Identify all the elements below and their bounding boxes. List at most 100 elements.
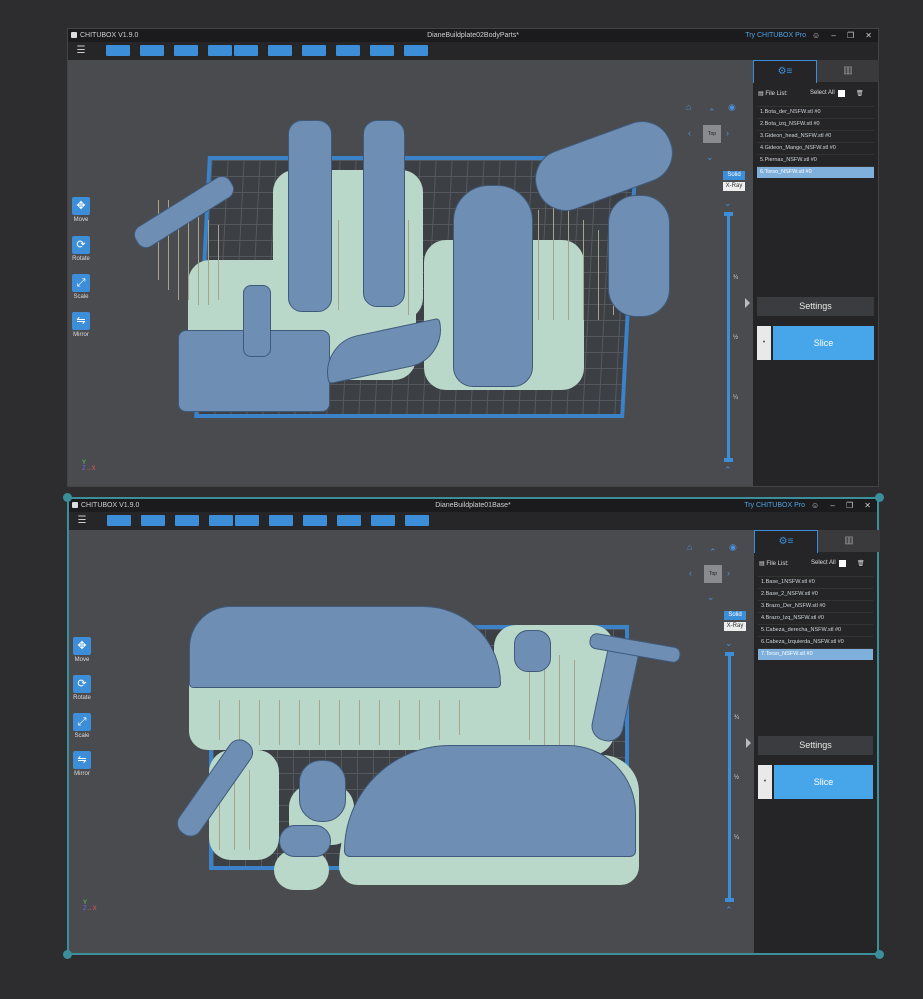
view-down-icon[interactable]: ⌄	[706, 152, 714, 163]
tab-files[interactable]: ⚙≡	[754, 530, 818, 553]
selection-handle[interactable]	[875, 950, 884, 959]
view-cube[interactable]: Top	[704, 565, 722, 583]
delete-icon[interactable]: 🗑	[857, 560, 865, 567]
layout-button[interactable]	[269, 515, 293, 526]
minimize-icon[interactable]: –	[831, 29, 835, 42]
redo-button[interactable]	[235, 515, 259, 526]
delete-icon[interactable]: 🗑	[856, 90, 864, 97]
hollow-button[interactable]	[337, 515, 361, 526]
select-all-checkbox[interactable]	[839, 560, 846, 567]
measure-button[interactable]	[405, 515, 429, 526]
eye-icon[interactable]: ◉	[729, 542, 737, 553]
menu-icon[interactable]: ☰	[75, 514, 89, 528]
selection-handle[interactable]	[63, 950, 72, 959]
move-tool[interactable]: ✥ Move	[71, 637, 93, 663]
close-icon[interactable]: ✕	[864, 499, 871, 512]
tab-printer[interactable]: ▥	[818, 530, 880, 552]
select-all-checkbox[interactable]	[838, 90, 845, 97]
view-right-icon[interactable]: ›	[727, 568, 730, 578]
file-list-item[interactable]: 1.Bota_der_NSFW.stl #0	[757, 106, 874, 118]
dig-hole-button[interactable]	[371, 515, 395, 526]
file-list-item[interactable]: 6.Cabeza_Izquierda_NSFW.stl #0	[758, 636, 873, 648]
support-button[interactable]	[303, 515, 327, 526]
mirror-tool[interactable]: ⇋ Mirror	[70, 312, 92, 338]
layer-slider[interactable]	[728, 652, 731, 902]
minimize-icon[interactable]: –	[830, 499, 834, 512]
slice-options-button[interactable]: •	[758, 765, 772, 799]
solid-toggle[interactable]: Solid	[724, 611, 746, 620]
eye-icon[interactable]: ◉	[728, 102, 736, 113]
file-list-item[interactable]: 2.Bota_izq_NSFW.stl #0	[757, 118, 874, 130]
open-file-button[interactable]	[106, 45, 130, 56]
file-list-item[interactable]: 3.Gideon_head_NSFW.stl #0	[757, 130, 874, 142]
settings-button[interactable]: Settings	[758, 736, 873, 755]
3d-viewport[interactable]: ✥ Move ⟳ Rotate ⤢ Scale ⇋ Mirror ⌂ ⌃ ◉ ‹…	[68, 60, 753, 486]
slider-up-icon[interactable]: ⌃	[724, 465, 732, 476]
layer-slider[interactable]	[727, 212, 730, 462]
print-settings-button[interactable]	[175, 515, 199, 526]
file-list-item[interactable]: 6.Torso_NSFW.stl #0	[757, 166, 874, 178]
home-view-icon[interactable]: ⌂	[687, 542, 692, 552]
close-icon[interactable]: ✕	[865, 29, 872, 42]
collapse-panel-icon[interactable]	[746, 738, 751, 748]
file-list-item[interactable]: 5.Cabeza_derecha_NSFW.stl #0	[758, 624, 873, 636]
save-button[interactable]	[140, 45, 164, 56]
slice-button[interactable]: Slice	[774, 765, 873, 799]
menu-icon[interactable]: ☰	[74, 44, 88, 58]
print-settings-button[interactable]	[174, 45, 198, 56]
file-list-item[interactable]: 1.Base_1NSFW.stl #0	[758, 576, 873, 588]
save-button[interactable]	[141, 515, 165, 526]
selection-handle[interactable]	[875, 493, 884, 502]
file-list-item[interactable]: 4.Gideon_Mango_NSFW.stl #0	[757, 142, 874, 154]
maximize-icon[interactable]: ❐	[846, 499, 853, 512]
maximize-icon[interactable]: ❐	[847, 29, 854, 42]
undo-button[interactable]	[209, 515, 233, 526]
xray-toggle[interactable]: X-Ray	[723, 182, 745, 191]
user-icon[interactable]: ☺	[811, 499, 819, 512]
slider-top-handle[interactable]	[724, 212, 733, 216]
scale-tool[interactable]: ⤢ Scale	[71, 713, 93, 739]
file-list-item[interactable]: 5.Piernas_NSFW.stl #0	[757, 154, 874, 166]
slice-options-button[interactable]: •	[757, 326, 771, 360]
layout-button[interactable]	[268, 45, 292, 56]
tab-files[interactable]: ⚙≡	[753, 60, 817, 83]
view-up-icon[interactable]: ⌃	[708, 107, 716, 118]
rotate-tool[interactable]: ⟳ Rotate	[70, 236, 92, 262]
view-cube[interactable]: Top	[703, 125, 721, 143]
view-left-icon[interactable]: ‹	[689, 568, 692, 578]
mirror-tool[interactable]: ⇋ Mirror	[71, 751, 93, 777]
file-list-item[interactable]: 3.Brazo_Der_NSFW.stl #0	[758, 600, 873, 612]
view-right-icon[interactable]: ›	[726, 128, 729, 138]
slider-bottom-handle[interactable]	[724, 458, 733, 462]
view-left-icon[interactable]: ‹	[688, 128, 691, 138]
rotate-tool[interactable]: ⟳ Rotate	[71, 675, 93, 701]
scale-tool[interactable]: ⤢ Scale	[70, 274, 92, 300]
move-tool[interactable]: ✥ Move	[70, 197, 92, 223]
collapse-panel-icon[interactable]	[745, 298, 750, 308]
file-list-item[interactable]: 7.Torso_NSFW.stl #0	[758, 648, 873, 660]
view-up-icon[interactable]: ⌃	[709, 547, 717, 558]
support-button[interactable]	[302, 45, 326, 56]
3d-viewport[interactable]: ✥ Move ⟳ Rotate ⤢ Scale ⇋ Mirror ⌂ ⌃ ◉ ‹…	[69, 530, 754, 953]
slider-down-icon[interactable]: ⌄	[725, 638, 733, 649]
file-list-item[interactable]: 2.Base_2_NSFW.stl #0	[758, 588, 873, 600]
slider-down-icon[interactable]: ⌄	[724, 198, 732, 209]
open-file-button[interactable]	[107, 515, 131, 526]
slider-bottom-handle[interactable]	[725, 898, 734, 902]
redo-button[interactable]	[234, 45, 258, 56]
xray-toggle[interactable]: X-Ray	[724, 622, 746, 631]
home-view-icon[interactable]: ⌂	[686, 102, 691, 112]
user-icon[interactable]: ☺	[812, 29, 820, 42]
dig-hole-button[interactable]	[370, 45, 394, 56]
solid-toggle[interactable]: Solid	[723, 171, 745, 180]
try-pro-link[interactable]: Try CHITUBOX Pro	[745, 29, 806, 42]
undo-button[interactable]	[208, 45, 232, 56]
view-down-icon[interactable]: ⌄	[707, 592, 715, 603]
settings-button[interactable]: Settings	[757, 297, 874, 316]
selection-handle[interactable]	[63, 493, 72, 502]
file-list-item[interactable]: 4.Brazo_Izq_NSFW.stl #0	[758, 612, 873, 624]
hollow-button[interactable]	[336, 45, 360, 56]
tab-printer[interactable]: ▥	[817, 60, 879, 82]
measure-button[interactable]	[404, 45, 428, 56]
slider-up-icon[interactable]: ⌃	[725, 905, 733, 916]
